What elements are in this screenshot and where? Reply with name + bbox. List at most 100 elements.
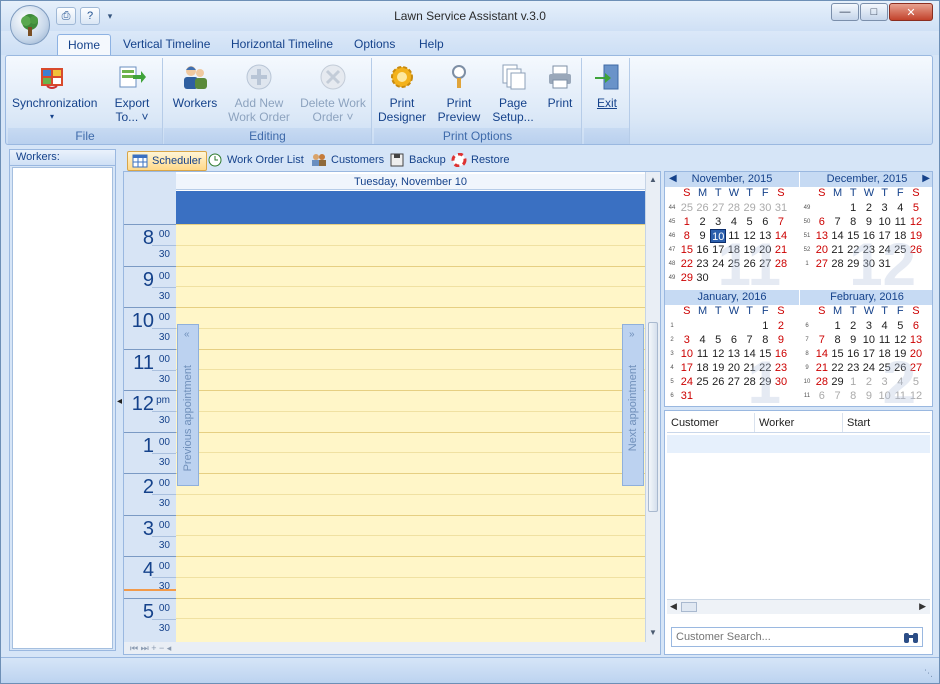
calendar-day[interactable]: 2 (773, 319, 789, 333)
calendar-day[interactable]: 11 (892, 215, 908, 229)
calendar-day[interactable]: 28 (726, 201, 742, 215)
calendar-day[interactable]: 23 (845, 361, 861, 375)
delete-work-order-button[interactable]: Delete Work Order ˅ (296, 62, 370, 124)
calendar-day[interactable]: 10 (861, 333, 877, 347)
calendar-day[interactable]: 29 (679, 271, 695, 285)
page-setup-button[interactable]: Page Setup... (488, 62, 538, 124)
print-designer-button[interactable]: Print Designer (376, 62, 428, 124)
calendar-day[interactable]: 4 (877, 319, 893, 333)
calendar-day[interactable]: 14 (830, 229, 846, 243)
calendar-day[interactable]: 2 (861, 375, 877, 389)
calendar-day[interactable]: 8 (679, 229, 695, 243)
next-month-icon[interactable]: ▶ (922, 172, 930, 186)
calendar-day[interactable]: 17 (679, 361, 695, 375)
calendar-day[interactable]: 17 (861, 347, 877, 361)
calendar-day[interactable]: 8 (845, 215, 861, 229)
calendar-day[interactable]: 23 (695, 257, 711, 271)
minimize-button[interactable]: — (831, 3, 859, 21)
calendar-day[interactable]: 29 (742, 201, 758, 215)
binoculars-icon[interactable] (903, 630, 919, 644)
calendar-day[interactable]: 28 (814, 375, 830, 389)
previous-appointment-button[interactable]: « Previous appointment (177, 324, 199, 486)
calendar-day[interactable]: 9 (861, 389, 877, 403)
column-start[interactable]: Start (843, 413, 930, 432)
calendar-day[interactable]: 21 (830, 243, 846, 257)
collapse-panel-icon[interactable]: ◂ (117, 396, 122, 407)
calendar-day[interactable]: 3 (679, 333, 695, 347)
calendar-day[interactable]: 3 (877, 201, 893, 215)
calendar-day[interactable]: 10 (877, 215, 893, 229)
calendar-day[interactable]: 2 (695, 215, 711, 229)
tab-horizontal-timeline[interactable]: Horizontal Timeline (221, 34, 343, 55)
exit-button[interactable]: Exit (586, 62, 628, 110)
calendar-day[interactable]: 16 (695, 243, 711, 257)
scroll-up-icon[interactable]: ▲ (649, 175, 657, 184)
calendar-day[interactable]: 6 (814, 389, 830, 403)
calendar-day[interactable]: 6 (814, 215, 830, 229)
calendar-day[interactable]: 29 (830, 375, 846, 389)
scroll-down-icon[interactable]: ▼ (649, 628, 657, 637)
calendar-day[interactable]: 5 (710, 333, 726, 347)
calendar-day[interactable]: 24 (679, 375, 695, 389)
calendar-day[interactable]: 1 (845, 375, 861, 389)
calendar-day[interactable]: 22 (679, 257, 695, 271)
close-button[interactable]: ✕ (889, 3, 933, 21)
tab-work-order-list[interactable]: Work Order List (203, 151, 308, 171)
calendar-day[interactable]: 7 (773, 215, 789, 229)
calendar-day[interactable]: 5 (892, 319, 908, 333)
table-row[interactable] (667, 435, 930, 453)
tab-vertical-timeline[interactable]: Vertical Timeline (113, 34, 220, 55)
calendar-day[interactable]: 9 (773, 333, 789, 347)
maximize-button[interactable]: □ (860, 3, 888, 21)
synchronization-button[interactable]: Synchronization ▾ (12, 62, 97, 124)
calendar-day[interactable]: 18 (695, 361, 711, 375)
calendar-day[interactable]: 5 (742, 215, 758, 229)
calendar-day[interactable]: 13 (726, 347, 742, 361)
calendar-day[interactable]: 1 (679, 215, 695, 229)
tab-options[interactable]: Options (344, 34, 405, 55)
calendar-day[interactable]: 8 (845, 389, 861, 403)
calendar-day[interactable]: 10 (679, 347, 695, 361)
calendar-day[interactable]: 6 (757, 215, 773, 229)
calendar-day[interactable]: 3 (861, 319, 877, 333)
calendar-day[interactable]: 30 (757, 201, 773, 215)
export-to-button[interactable]: Export To... ˅ (106, 62, 158, 124)
calendar-day[interactable]: 24 (861, 361, 877, 375)
calendar-day[interactable]: 1 (830, 319, 846, 333)
calendar-day[interactable]: 7 (830, 389, 846, 403)
calendar-day[interactable]: 12 (908, 215, 924, 229)
calendar-day[interactable]: 31 (679, 389, 695, 403)
calendar-day[interactable]: 5 (908, 201, 924, 215)
tab-scheduler[interactable]: Scheduler (127, 151, 207, 171)
column-customer[interactable]: Customer (667, 413, 755, 432)
calendar-day[interactable]: 20 (814, 243, 830, 257)
calendar-day[interactable]: 6 (908, 319, 924, 333)
scroll-left-icon[interactable]: ◀ (670, 601, 677, 612)
calendar-day[interactable]: 26 (710, 375, 726, 389)
calendar-day[interactable]: 27 (726, 375, 742, 389)
calendar-day[interactable]: 9 (861, 215, 877, 229)
calendar-day[interactable]: 9 (695, 229, 711, 243)
calendar-day[interactable]: 15 (830, 347, 846, 361)
calendar-day[interactable]: 21 (814, 361, 830, 375)
calendar-day[interactable]: 28 (830, 257, 846, 271)
calendar-day[interactable]: 12 (892, 333, 908, 347)
calendar-day[interactable]: 30 (695, 271, 711, 285)
application-menu-button[interactable] (10, 5, 50, 45)
calendar-day[interactable]: 2 (845, 319, 861, 333)
calendar-day[interactable]: 11 (695, 347, 711, 361)
calendar-day[interactable]: 6 (726, 333, 742, 347)
scheduler-navigation-bar[interactable]: ⏮ ⏭ + − ◂ (124, 642, 660, 654)
resize-grip-icon[interactable]: ⋱ (924, 668, 933, 679)
tab-help[interactable]: Help (409, 34, 454, 55)
tab-restore[interactable]: Restore (447, 151, 514, 171)
scroll-thumb[interactable] (681, 602, 697, 612)
day-header[interactable]: Tuesday, November 10 (176, 174, 645, 190)
tab-home[interactable]: Home (57, 34, 112, 55)
time-slots-grid[interactable] (176, 224, 645, 642)
calendar-day[interactable]: 15 (679, 243, 695, 257)
calendar-day[interactable]: 4 (695, 333, 711, 347)
calendar-day[interactable]: 16 (845, 347, 861, 361)
calendar-day[interactable]: 20 (726, 361, 742, 375)
all-day-area[interactable] (176, 191, 645, 224)
